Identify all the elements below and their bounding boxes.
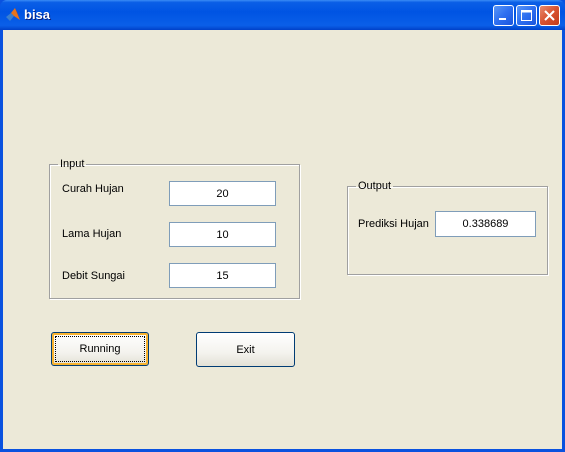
exit-button[interactable]: Exit — [196, 332, 295, 367]
debit-sungai-input[interactable] — [169, 263, 276, 288]
app-window: bisa Input Curah Hujan Lama Hujan — [0, 0, 565, 452]
window-title: bisa — [24, 7, 51, 22]
debit-sungai-label: Debit Sungai — [62, 270, 125, 282]
maximize-button[interactable] — [516, 5, 537, 26]
close-button[interactable] — [539, 5, 560, 26]
output-panel-legend: Output — [358, 180, 392, 192]
running-button[interactable]: Running — [51, 332, 149, 366]
matlab-icon — [6, 8, 20, 21]
title-bar[interactable]: bisa — [0, 0, 565, 30]
prediksi-hujan-output[interactable] — [435, 211, 536, 237]
prediksi-hujan-label: Prediksi Hujan — [358, 218, 429, 230]
input-panel-legend: Input — [60, 158, 85, 170]
lama-hujan-input[interactable] — [169, 222, 276, 247]
lama-hujan-label: Lama Hujan — [62, 228, 122, 240]
client-area: Input Curah Hujan Lama Hujan Debit Sunga… — [3, 30, 562, 449]
minimize-icon — [499, 18, 506, 20]
minimize-button[interactable] — [493, 5, 514, 26]
close-icon — [544, 10, 555, 21]
curah-hujan-input[interactable] — [169, 181, 276, 206]
maximize-icon — [521, 10, 532, 21]
curah-hujan-label: Curah Hujan — [62, 183, 124, 195]
